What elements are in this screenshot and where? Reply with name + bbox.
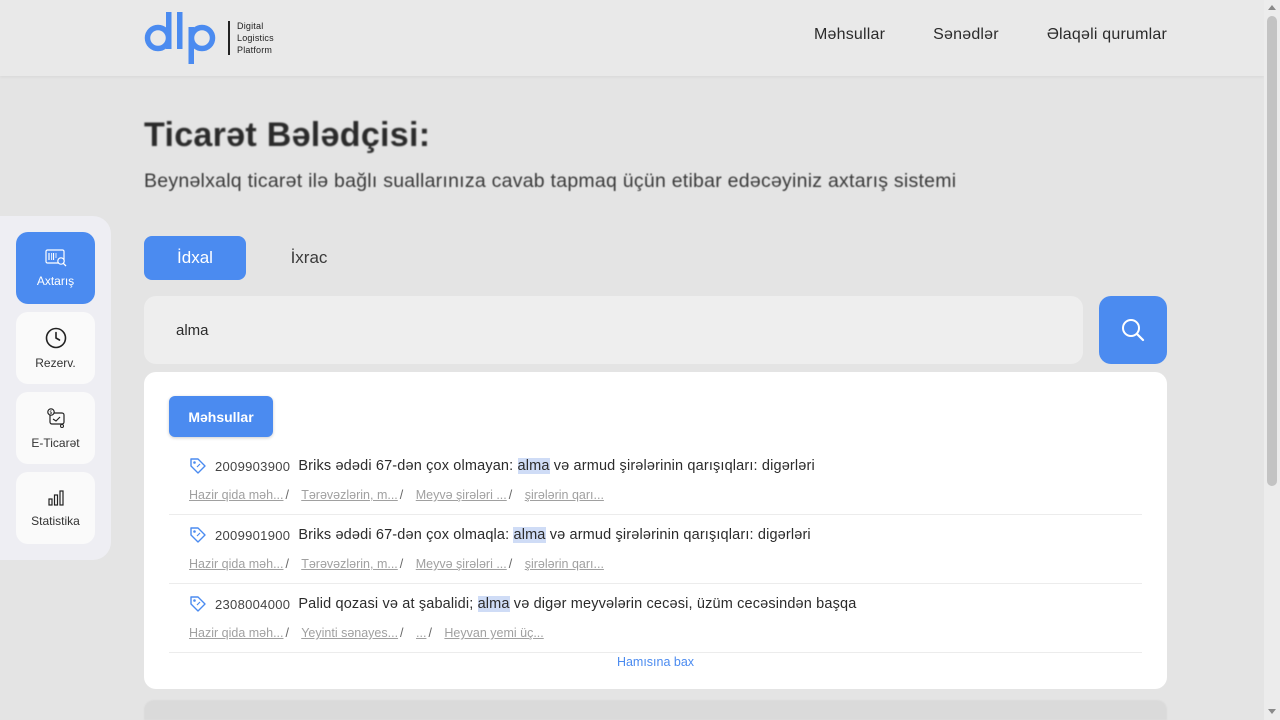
breadcrumb-link[interactable]: şirələrin qarı...	[525, 557, 604, 571]
ecommerce-icon: $	[45, 407, 67, 429]
title-text: və armud şirələrinin qarışıqları: digərl…	[545, 527, 811, 543]
suggestion-title: Briks ədədi 67-dən çox olmayan: alma və …	[298, 458, 815, 474]
search-icon	[1120, 317, 1146, 343]
sidebar-item-label: E-Ticarət	[31, 435, 80, 450]
search-suggestions-dropdown: Məhsullar 2009903900 Briks ədədi 67-dən …	[144, 372, 1167, 689]
sidebar-item-ecommerce[interactable]: $ E-Ticarət	[16, 392, 95, 464]
hs-code: 2009901900	[215, 527, 291, 543]
breadcrumb-link[interactable]: ...	[416, 626, 426, 640]
scrollbar-thumb[interactable]	[1267, 16, 1277, 486]
breadcrumb-link[interactable]: Heyvan yemi üç...	[444, 626, 543, 640]
sidebar-item-label: Axtarış	[36, 273, 75, 288]
search-input[interactable]: alma	[144, 296, 1083, 364]
search-button[interactable]	[1099, 296, 1167, 364]
logo-text: Digital Logistics Platform	[237, 20, 274, 56]
nav-link-documents[interactable]: Sənədlər	[933, 26, 999, 44]
breadcrumb: Hazir qida məh... / Yeyinti sənayes... / .…	[189, 626, 544, 640]
title-text: və armud şirələrinin qarışıqları: digərl…	[549, 458, 815, 474]
breadcrumb-link[interactable]: şirələrin qarı...	[525, 488, 604, 502]
breadcrumb-link[interactable]: Hazir qida məh...	[189, 557, 283, 571]
suggestion-item[interactable]: 2308004000 Palid qozasi və at şabalidi; …	[169, 584, 1142, 653]
suggestion-item[interactable]: 2009901900 Briks ədədi 67-dən çox olmaql…	[169, 515, 1142, 584]
dlp-logo[interactable]: Digital Logistics Platform	[144, 11, 274, 65]
search-highlight: alma	[477, 596, 510, 612]
left-sidebar: Axtarış Rezerv. $ E-Ticarət Statistika	[0, 216, 111, 560]
sidebar-item-reserve[interactable]: Rezerv.	[16, 312, 95, 384]
nav-link-related-agencies[interactable]: Əlaqəli qurumlar	[1047, 26, 1167, 44]
clock-icon	[45, 327, 67, 349]
breadcrumb-link[interactable]: Yeyinti sənayes...	[301, 626, 398, 640]
sidebar-item-label: Rezerv.	[35, 355, 76, 370]
logo-line-2: Logistics	[237, 33, 274, 43]
logo-line-3: Platform	[237, 45, 273, 55]
title-text: Briks ədədi 67-dən çox olmaqla:	[298, 527, 514, 543]
page-subtitle: Beynəlxalq ticarət ilə bağlı suallarınız…	[144, 170, 957, 192]
page-scrollbar[interactable]	[1264, 0, 1280, 720]
title-text: və digər meyvələrin cecəsi, üzüm cecəsin…	[509, 596, 857, 612]
nav-link-products[interactable]: Məhsullar	[814, 26, 885, 44]
sidebar-item-label: Statistika	[31, 513, 80, 528]
title-text: Briks ədədi 67-dən çox olmayan:	[298, 458, 518, 474]
search-highlight: alma	[513, 527, 546, 543]
breadcrumb-link[interactable]: Meyvə şirələri ...	[416, 557, 507, 571]
breadcrumb: Hazir qida məh... / Tərəvəzlərin, m... / M…	[189, 488, 604, 502]
logo-line-1: Digital	[237, 21, 264, 31]
search-input-value: alma	[176, 321, 209, 339]
breadcrumb-link[interactable]: Hazir qida məh...	[189, 626, 283, 640]
see-all-link[interactable]: Hamısına bax	[144, 655, 1167, 669]
search-highlight: alma	[517, 458, 550, 474]
suggestion-title-line: 2009901900 Briks ədədi 67-dən çox olmaql…	[189, 526, 811, 544]
suggestion-title: Briks ədədi 67-dən çox olmaqla: alma və …	[298, 527, 811, 543]
breadcrumb: Hazir qida məh... / Tərəvəzlərin, m... / M…	[189, 557, 604, 571]
hs-code: 2009903900	[215, 458, 291, 474]
category-chip-products[interactable]: Məhsullar	[169, 396, 273, 437]
suggestion-title: Palid qozasi və at şabalidi; alma və dig…	[298, 596, 856, 612]
bar-chart-icon	[47, 489, 65, 507]
tab-export[interactable]: İxrac	[264, 236, 354, 280]
sidebar-item-statistics[interactable]: Statistika	[16, 472, 95, 544]
scroll-down-arrow-icon[interactable]	[1268, 709, 1276, 714]
hs-code: 2308004000	[215, 596, 291, 612]
suggestion-title-line: 2009903900 Briks ədədi 67-dən çox olmaya…	[189, 457, 815, 475]
page-title: Ticarət Bələdçisi:	[144, 116, 431, 154]
logo-divider	[228, 21, 230, 55]
product-tag-icon	[189, 595, 207, 613]
product-tag-icon	[189, 526, 207, 544]
breadcrumb-link[interactable]: Tərəvəzlərin, m...	[301, 557, 398, 571]
sidebar-item-search[interactable]: Axtarış	[16, 232, 95, 304]
top-header: Digital Logistics Platform Məhsullar Sən…	[0, 0, 1264, 76]
product-tag-icon	[189, 457, 207, 475]
suggestion-item[interactable]: 2009903900 Briks ədədi 67-dən çox olmaya…	[169, 446, 1142, 515]
background-card	[144, 700, 1167, 720]
suggestion-title-line: 2308004000 Palid qozasi və at şabalidi; …	[189, 595, 856, 613]
main-nav: Məhsullar Sənədlər Əlaqəli qurumlar	[814, 26, 1167, 44]
svg-text:$: $	[49, 410, 52, 416]
breadcrumb-link[interactable]: Hazir qida məh...	[189, 488, 283, 502]
logo-mark	[144, 11, 218, 65]
barcode-search-icon	[44, 248, 67, 267]
scroll-up-arrow-icon[interactable]	[1268, 5, 1276, 10]
title-text: Palid qozasi və at şabalidi;	[298, 596, 478, 612]
breadcrumb-link[interactable]: Meyvə şirələri ...	[416, 488, 507, 502]
tab-import[interactable]: İdxal	[144, 236, 246, 280]
breadcrumb-link[interactable]: Tərəvəzlərin, m...	[301, 488, 398, 502]
